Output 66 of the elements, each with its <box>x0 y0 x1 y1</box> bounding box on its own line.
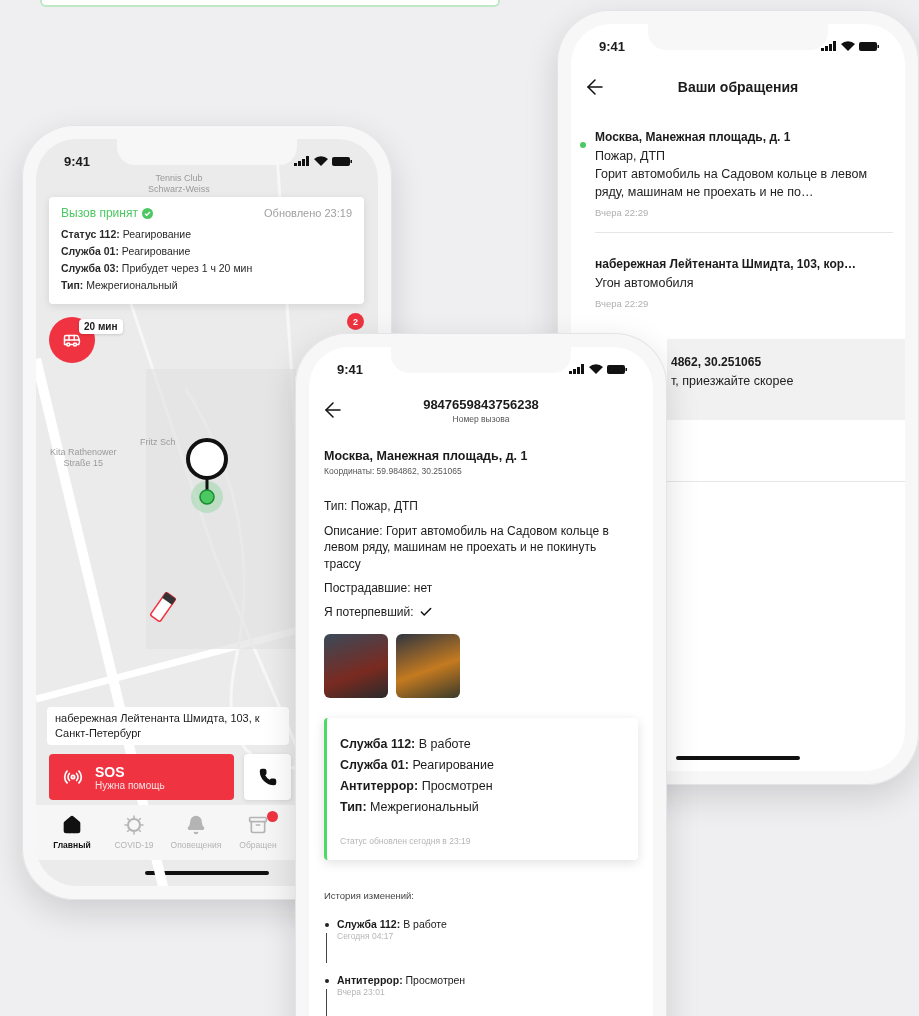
signal-waves-icon <box>63 767 83 787</box>
signal-icon <box>569 364 585 374</box>
timeline-dot <box>324 979 329 983</box>
photo-placeholder[interactable] <box>396 634 460 698</box>
ambulance-marker[interactable] <box>49 317 95 363</box>
status-line: Служба 112: В работе <box>340 736 472 753</box>
bell-icon <box>186 815 206 835</box>
battery-icon <box>607 364 627 374</box>
status-title: Вызов принят <box>61 206 138 220</box>
signal-icon <box>294 156 310 166</box>
call-address: Москва, Манежная площадь, д. 1 <box>324 449 529 463</box>
status-line: Служба 01: Реагирование <box>61 244 192 259</box>
status-line: Служба 01: Реагирование <box>340 757 495 774</box>
history-title: История изменений: <box>324 890 415 901</box>
call-field: Описание: Горит автомобиль на Садовом кольце в левом ряду, машинам не проехать и не покинуть трассу <box>324 522 609 572</box>
phone-icon <box>258 768 277 786</box>
wifi-icon <box>841 41 855 51</box>
timeline-dot <box>324 923 329 927</box>
status-time: 9:41 <box>599 38 626 54</box>
request-type: Пожар, ДТП <box>595 148 667 165</box>
battery-icon <box>332 156 352 166</box>
eta-label: 20 мин <box>79 319 123 334</box>
signal-icon <box>821 41 837 51</box>
status-line: Служба 03: Прибудет через 1 ч 20 мин <box>61 261 254 276</box>
status-line: Антитеррор: Просмотрен <box>340 778 494 795</box>
request-description: Горит автомобиль на Садовом кольце в левом ряду, машинам не проехать и не по… <box>595 166 868 201</box>
status-line: Тип: Межрегиональный <box>61 278 179 293</box>
call-number-label: Номер вызова <box>451 413 511 424</box>
status-updated: Статус обновлен сегодня в 23:19 <box>340 836 472 846</box>
request-address: набережная Лейтенанта Шмидта, 103, кор… <box>595 256 858 273</box>
victim-label: Я потерпевший: <box>324 603 414 620</box>
notification-badge: 2 <box>347 313 364 330</box>
wifi-icon <box>314 156 328 166</box>
status-line: Статус 112: Реагирование <box>61 227 193 242</box>
history-entry: Служба 112: В работе <box>337 917 447 931</box>
map-label: Tennis Club Schwarz-Weiss <box>148 173 210 195</box>
history-time: Сегодня 04:17 <box>337 931 395 941</box>
wifi-icon <box>589 364 603 374</box>
status-time: 9:41 <box>64 153 91 169</box>
call-field: Пострадавшие: нет <box>324 580 609 597</box>
sos-button[interactable]: SOS Нужна помощь <box>49 754 234 800</box>
tab[interactable]: Главный <box>41 805 103 860</box>
coordinates: Координаты: 59.984862, 30.251065 <box>324 466 463 476</box>
home-icon <box>62 815 82 835</box>
address-label: набережная Лейтенанта Шмидта, 103, к Санкт-Петербург <box>47 707 289 745</box>
call-number: 9847659843756238 <box>422 396 540 412</box>
battery-icon <box>859 41 879 51</box>
box-icon <box>248 815 268 835</box>
check-circle-icon <box>141 207 153 219</box>
request-type: Угон автомобиля <box>595 275 695 292</box>
request-time: Вчера 22:29 <box>595 298 650 309</box>
history-time: Вчера 23:01 <box>337 987 386 997</box>
map-label: Fritz Sch <box>140 437 176 448</box>
map-label: Kita Rathenower Straße 15 <box>50 447 117 469</box>
call-button[interactable] <box>244 754 291 800</box>
history-entry: Антитеррор: Просмотрен <box>337 973 466 987</box>
call-field: Тип: Пожар, ДТП <box>324 498 609 515</box>
status-line: Тип: Межрегиональный <box>340 799 480 816</box>
request-type: т, приезжайте скорее <box>671 373 795 390</box>
status-time: 9:41 <box>337 361 364 377</box>
request-address: 4862, 30.251065 <box>671 354 763 371</box>
updated-time: Обновлено 23:19 <box>264 207 352 219</box>
screen-title: Ваши обращения <box>677 79 799 95</box>
request-time: Вчера 22:29 <box>595 207 650 218</box>
request-item[interactable]: 4862, 30.251065 т, приезжайте скорее <box>667 339 905 420</box>
request-address: Москва, Манежная площадь, д. 1 <box>595 129 792 146</box>
